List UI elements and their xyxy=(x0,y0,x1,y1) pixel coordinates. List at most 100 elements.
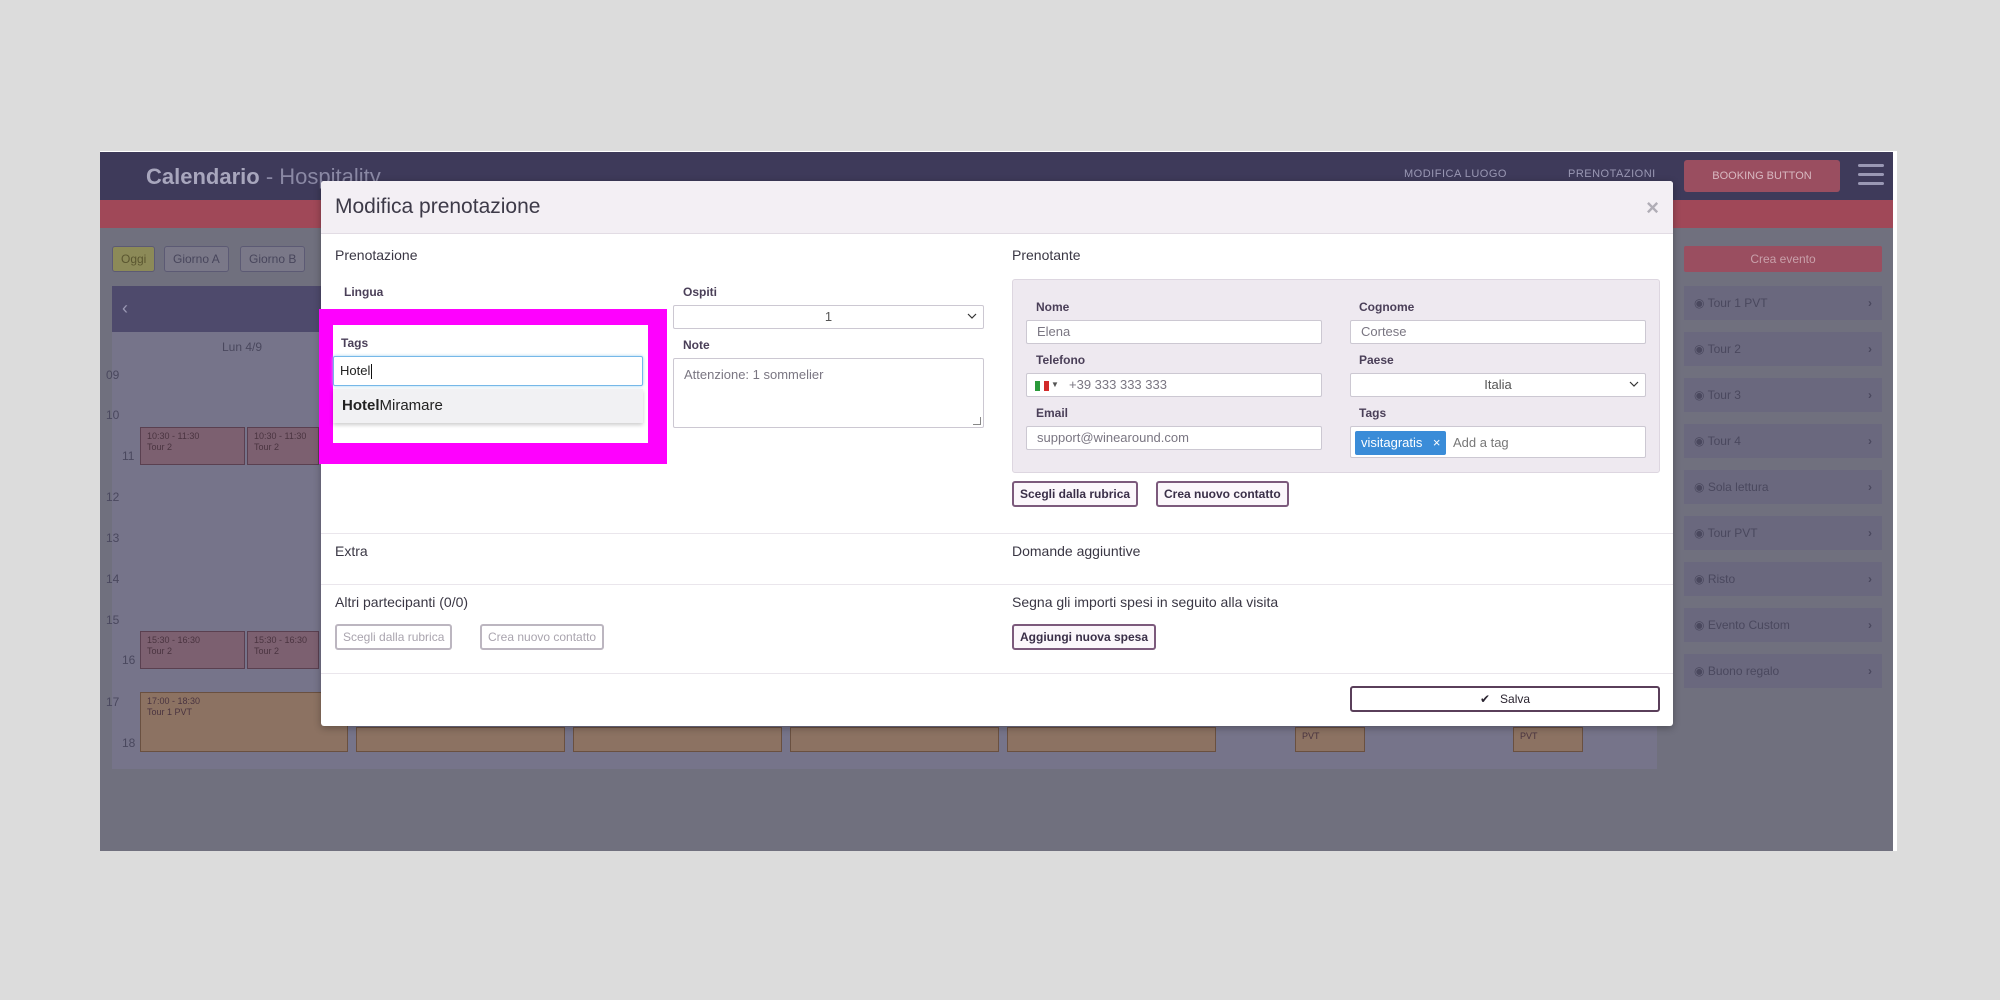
chevron-right-icon: › xyxy=(1868,388,1872,402)
calendar-event[interactable]: PVT xyxy=(1513,727,1583,752)
chevron-down-icon xyxy=(1629,381,1639,387)
email-input[interactable]: support@winearound.com xyxy=(1026,426,1322,450)
altri-crea-nuovo-contatto-button[interactable]: Crea nuovo contatto xyxy=(480,624,605,650)
save-button[interactable]: ✔ Salva xyxy=(1350,686,1660,712)
hour-label: 09 xyxy=(106,368,120,382)
tag-suggestion-item[interactable]: HotelMiramare xyxy=(333,389,643,423)
lingua-label: Lingua xyxy=(344,285,384,299)
calendar-event[interactable] xyxy=(573,727,782,752)
modal-header: Modifica prenotazione × xyxy=(321,181,1673,234)
remove-tag-icon[interactable]: × xyxy=(1433,431,1441,455)
divider xyxy=(321,584,1673,585)
event-type-panel: Crea evento ◉ Tour 1 PVT › ◉ Tour 2 › ◉ To… xyxy=(1684,246,1882,700)
section-title-spese: Segna gli importi spesi in seguito alla … xyxy=(1012,594,1279,610)
modal-title: Modifica prenotazione xyxy=(335,195,541,218)
oggi-button[interactable]: Oggi xyxy=(112,246,156,272)
chevron-right-icon: › xyxy=(1868,664,1872,678)
booking-button[interactable]: BOOKING BUTTON xyxy=(1684,160,1840,192)
calendar-event[interactable]: 15:30 - 16:30 Tour 2 xyxy=(247,631,319,669)
event-type-item[interactable]: ◉ Evento Custom › xyxy=(1684,608,1882,642)
event-type-item[interactable]: ◉ Tour PVT › xyxy=(1684,516,1882,550)
hour-label: 14 xyxy=(106,572,120,586)
header-link-prenotazioni[interactable]: PRENOTAZIONI xyxy=(1568,168,1656,180)
event-type-item[interactable]: ◉ Risto › xyxy=(1684,562,1882,596)
italy-flag-icon[interactable] xyxy=(1035,381,1050,391)
section-title-altri-partecipanti: Altri partecipanti (0/0) xyxy=(335,594,469,610)
note-label: Note xyxy=(683,338,710,352)
chevron-right-icon: › xyxy=(1868,526,1872,540)
hour-label: 11 xyxy=(122,449,135,463)
divider xyxy=(321,673,1673,674)
check-icon: ✔ xyxy=(1479,692,1490,706)
telefono-input[interactable]: ▼ +39 333 333 333 xyxy=(1026,373,1322,397)
tags-field-group: Tags Hotel HotelMiramare xyxy=(333,325,648,443)
giorno-b-button[interactable]: Giorno B xyxy=(240,246,306,272)
chevron-right-icon: › xyxy=(1868,480,1872,494)
section-title-prenotazione: Prenotazione xyxy=(335,247,418,263)
chevron-right-icon: › xyxy=(1868,296,1872,310)
hour-label: 15 xyxy=(106,613,120,627)
calendar-event[interactable]: PVT xyxy=(1295,727,1365,752)
header-link-modifica-luogo[interactable]: MODIFICA LUOGO xyxy=(1404,168,1507,180)
edit-booking-modal: Modifica prenotazione × Prenotazione Lin… xyxy=(319,181,1673,726)
event-type-item[interactable]: ◉ Sola lettura › xyxy=(1684,470,1882,504)
nome-input[interactable]: Elena xyxy=(1026,320,1322,344)
cognome-input[interactable]: Cortese xyxy=(1350,320,1646,344)
paese-select[interactable]: Italia xyxy=(1350,373,1646,397)
paese-label: Paese xyxy=(1359,353,1394,367)
crea-evento-button[interactable]: Crea evento xyxy=(1684,246,1882,272)
tags-input-prenotante[interactable]: visitagratis × Add a tag xyxy=(1350,426,1646,458)
calendar-event[interactable]: 15:30 - 16:30 Tour 2 xyxy=(140,631,245,669)
calendar-event[interactable] xyxy=(356,727,565,752)
tags-label: Tags xyxy=(1359,406,1387,420)
scegli-dalla-rubrica-button[interactable]: Scegli dalla rubrica xyxy=(1012,481,1139,507)
crea-nuovo-contatto-button[interactable]: Crea nuovo contatto xyxy=(1156,481,1289,507)
note-textarea[interactable]: Attenzione: 1 sommelier xyxy=(673,358,984,428)
chevron-down-icon xyxy=(967,313,977,319)
giorno-a-button[interactable]: Giorno A xyxy=(164,246,229,272)
hamburger-menu-icon[interactable] xyxy=(1858,164,1884,186)
chevron-right-icon: › xyxy=(1868,572,1872,586)
hour-label: 10 xyxy=(106,408,120,422)
section-title-extra: Extra xyxy=(335,543,368,559)
tags-input[interactable]: Hotel xyxy=(333,356,643,386)
chevron-right-icon: › xyxy=(1868,342,1872,356)
hour-label: 13 xyxy=(106,531,120,545)
calendar-event[interactable] xyxy=(1007,727,1216,752)
highlight-box: Tags Hotel HotelMiramare xyxy=(319,309,667,464)
hour-label: 18 xyxy=(122,736,136,750)
chevron-right-icon: › xyxy=(1868,434,1872,448)
calendar-event[interactable] xyxy=(790,727,999,752)
chevron-right-icon: › xyxy=(1868,618,1872,632)
ospiti-select[interactable]: 1 xyxy=(673,305,984,329)
telefono-label: Telefono xyxy=(1036,353,1086,367)
event-type-item[interactable]: ◉ Tour 1 PVT › xyxy=(1684,286,1882,320)
section-title-domande: Domande aggiuntive xyxy=(1012,543,1141,559)
cognome-label: Cognome xyxy=(1359,300,1415,314)
nome-label: Nome xyxy=(1036,300,1070,314)
ospiti-label: Ospiti xyxy=(683,285,718,299)
hour-label: 17 xyxy=(106,695,120,709)
chevron-left-icon[interactable]: ‹ xyxy=(122,298,128,319)
tags-label: Tags xyxy=(341,336,369,350)
event-type-item[interactable]: ◉ Tour 3 › xyxy=(1684,378,1882,412)
calendar-event[interactable]: 10:30 - 11:30 Tour 2 xyxy=(247,427,319,465)
event-type-item[interactable]: ◉ Tour 2 › xyxy=(1684,332,1882,366)
hour-label: 12 xyxy=(106,490,120,504)
section-title-prenotante: Prenotante xyxy=(1012,247,1081,263)
altri-scegli-dalla-rubrica-button[interactable]: Scegli dalla rubrica xyxy=(335,624,453,650)
calendar-event[interactable]: 17:00 - 18:30 Tour 1 PVT xyxy=(140,692,348,752)
caret-down-icon[interactable]: ▼ xyxy=(1051,374,1059,396)
resize-handle-icon[interactable] xyxy=(973,417,981,425)
event-type-item[interactable]: ◉ Buono regalo › xyxy=(1684,654,1882,688)
calendar-event[interactable]: 10:30 - 11:30 Tour 2 xyxy=(140,427,245,465)
hour-label: 16 xyxy=(122,653,136,667)
close-icon[interactable]: × xyxy=(1646,195,1659,221)
add-tag-placeholder[interactable]: Add a tag xyxy=(1453,431,1509,455)
email-label: Email xyxy=(1036,406,1069,420)
prenotante-box: Nome Elena Cognome Cortese Telefono ▼ +3… xyxy=(1012,279,1660,473)
calendar-day-header: Lun 4/9 xyxy=(222,340,263,354)
tag-chip: visitagratis × xyxy=(1355,431,1447,455)
event-type-item[interactable]: ◉ Tour 4 › xyxy=(1684,424,1882,458)
aggiungi-nuova-spesa-button[interactable]: Aggiungi nuova spesa xyxy=(1012,624,1157,650)
